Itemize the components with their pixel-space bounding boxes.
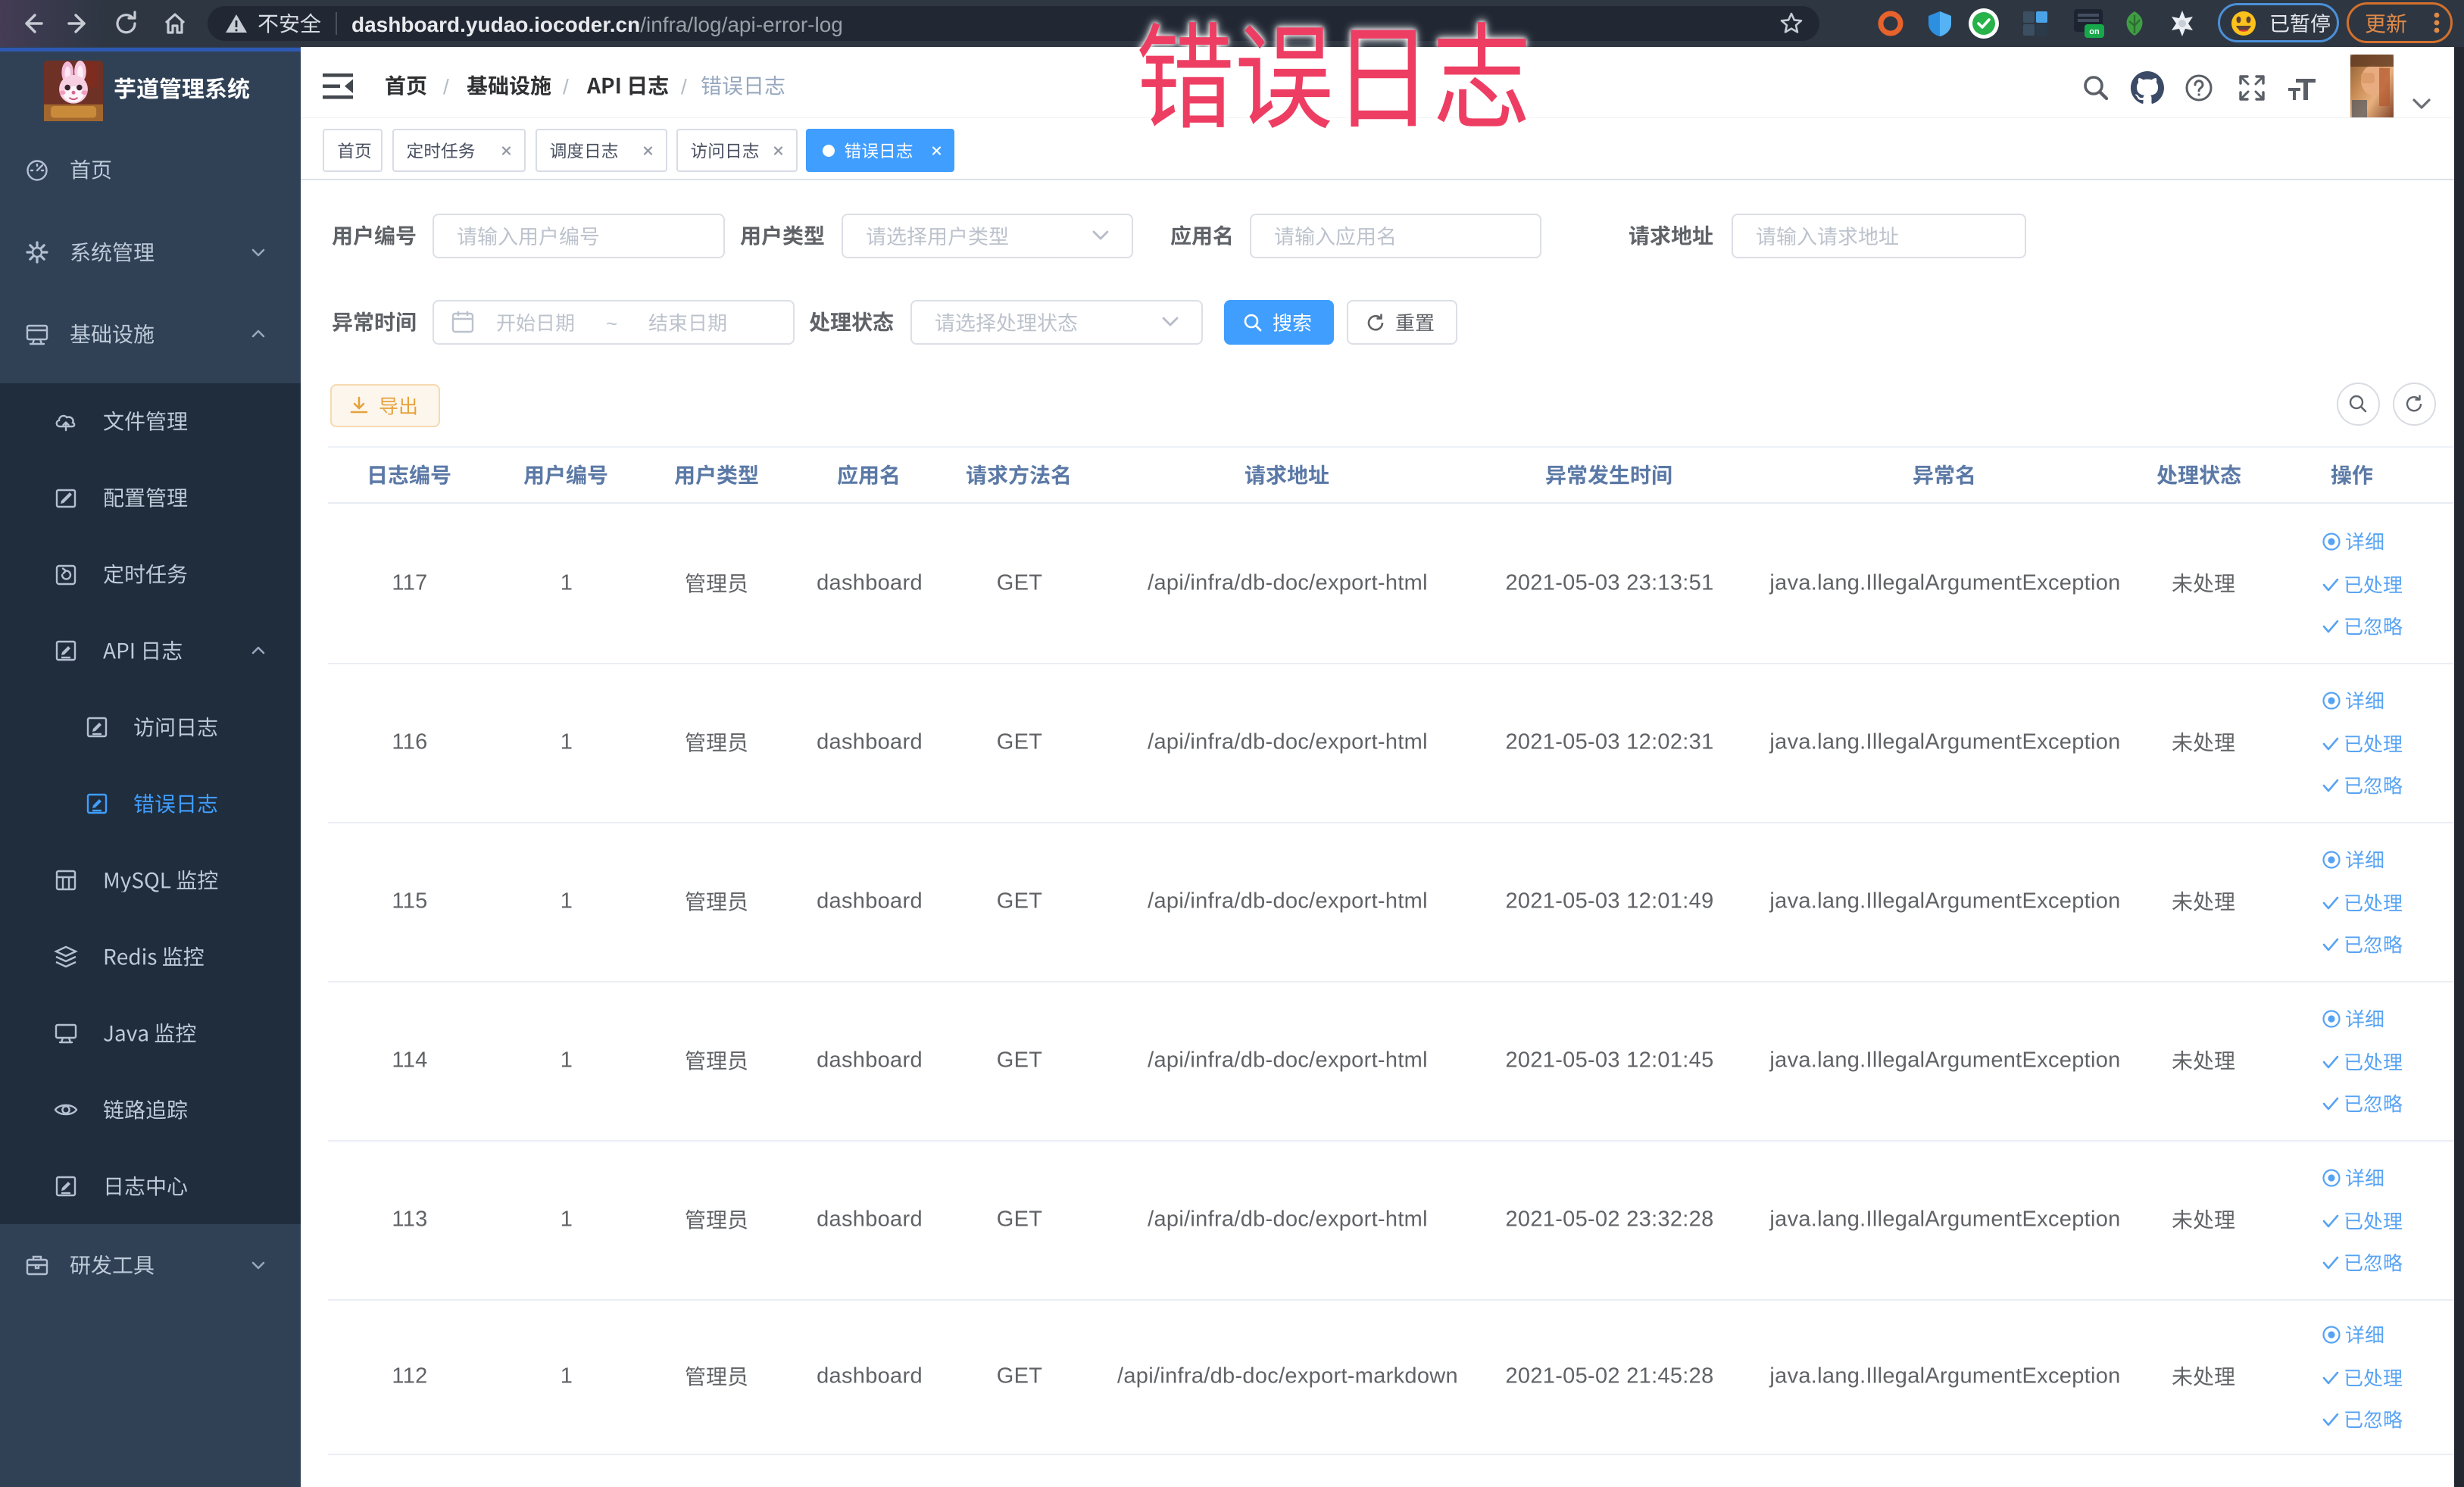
svg-text:on: on	[2089, 27, 2100, 36]
